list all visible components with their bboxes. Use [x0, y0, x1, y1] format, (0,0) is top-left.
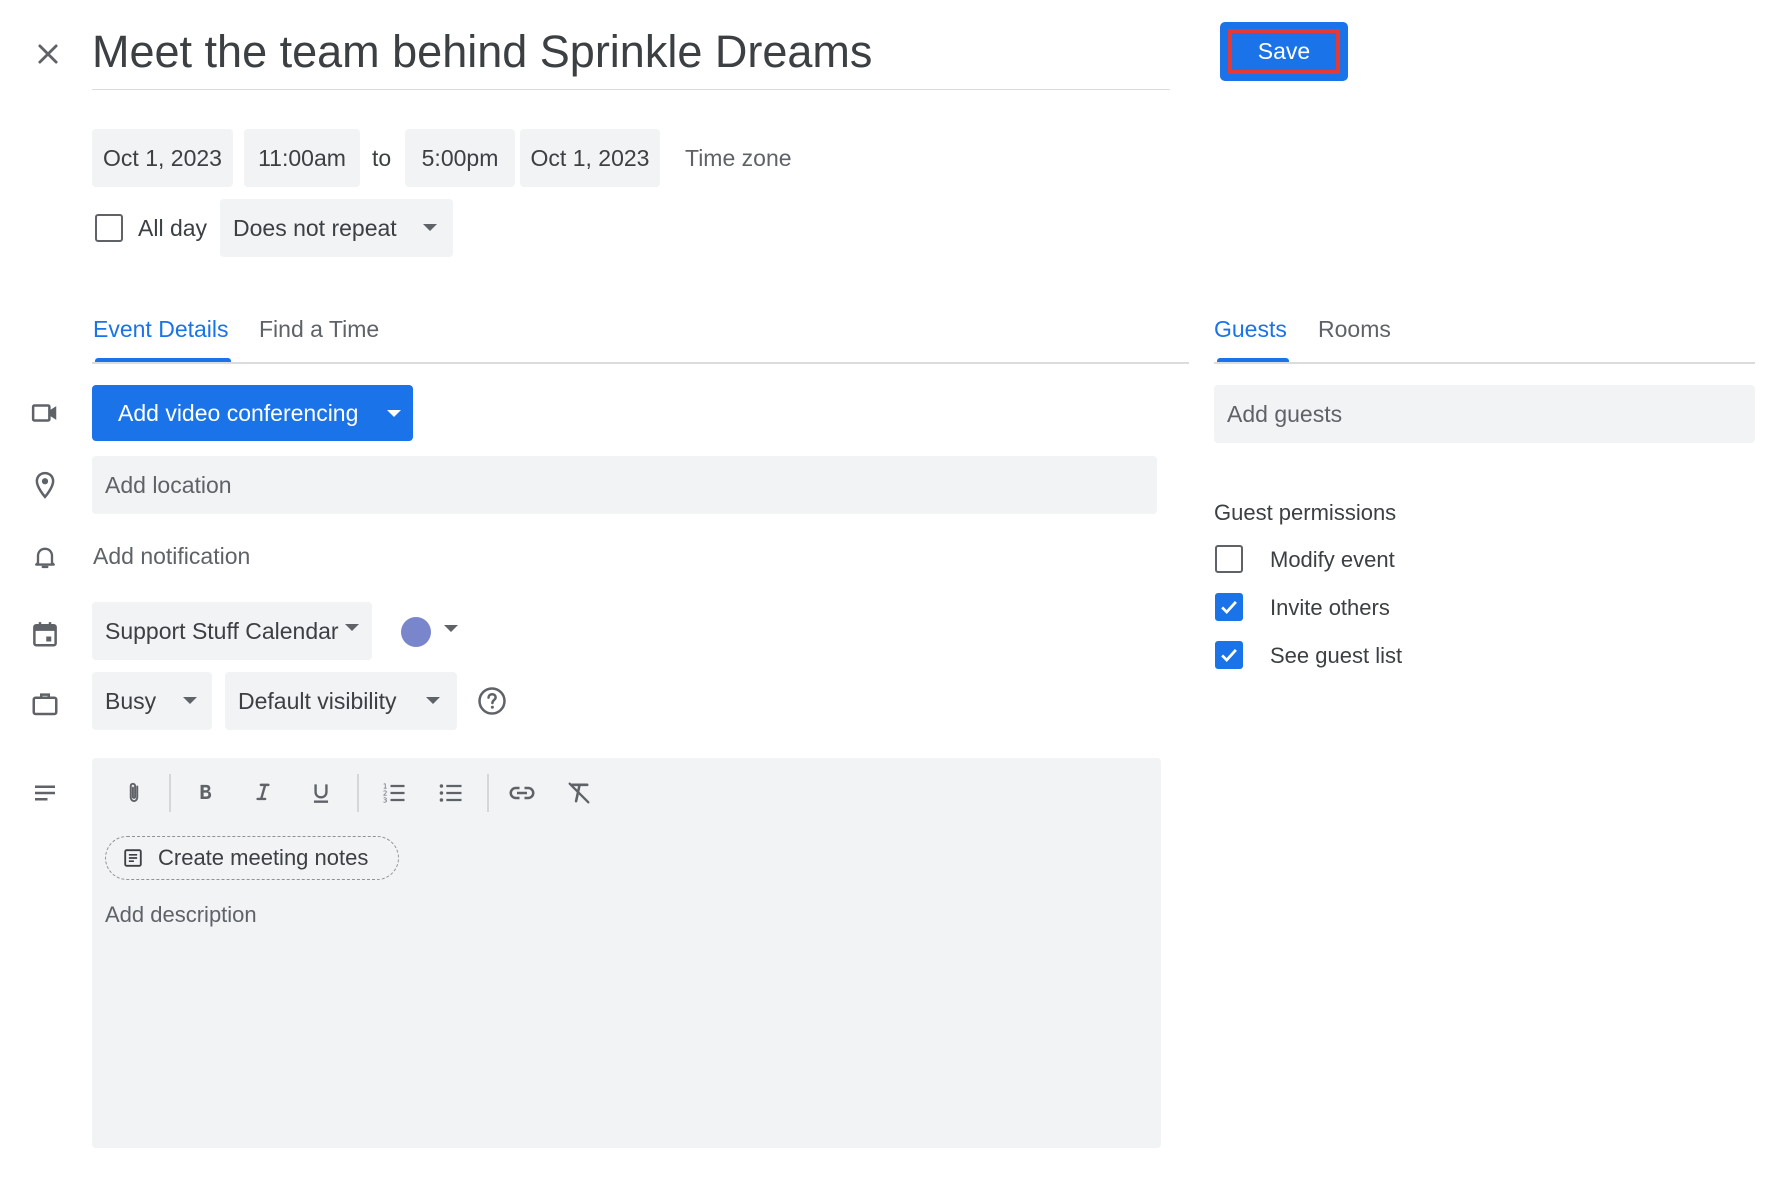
- visibility-dropdown[interactable]: Default visibility: [225, 672, 457, 730]
- event-title-field[interactable]: Meet the team behind Sprinkle Dreams: [92, 22, 1170, 90]
- all-day-checkbox[interactable]: [95, 214, 123, 242]
- guest-permissions-title: Guest permissions: [1214, 500, 1397, 525]
- chevron-down-icon: [423, 224, 437, 231]
- tab-divider: [1214, 362, 1755, 364]
- tab-rooms[interactable]: Rooms: [1318, 316, 1391, 343]
- video-camera-icon: [25, 393, 65, 433]
- modify-event-checkbox[interactable]: [1215, 545, 1243, 573]
- checkmark-icon: [1221, 601, 1237, 615]
- end-time-chip[interactable]: 5:00pm: [405, 129, 515, 187]
- create-meeting-notes-button[interactable]: Create meeting notes: [105, 836, 399, 880]
- availability-dropdown[interactable]: Busy: [92, 672, 212, 730]
- start-time-chip[interactable]: 11:00am: [244, 129, 360, 187]
- checkmark-icon: [1221, 649, 1237, 663]
- end-date-label: Oct 1, 2023: [530, 144, 650, 171]
- calendar-value: Support Stuff Calendar: [105, 617, 339, 644]
- clear-formatting-icon[interactable]: [559, 773, 599, 813]
- description-placeholder: Add description: [105, 902, 257, 927]
- tab-divider: [92, 362, 1189, 364]
- calendar-icon: [25, 614, 65, 654]
- chevron-down-icon: [345, 624, 359, 631]
- toolbar-divider: [487, 774, 489, 812]
- invite-others-checkbox[interactable]: [1215, 593, 1243, 621]
- italic-icon[interactable]: [243, 773, 283, 813]
- help-icon[interactable]: [474, 683, 510, 719]
- end-time-label: 5:00pm: [421, 144, 499, 171]
- close-button[interactable]: [28, 34, 68, 74]
- tab-find-a-time[interactable]: Find a Time: [259, 316, 379, 343]
- toolbar-divider: [169, 774, 171, 812]
- bell-icon: [25, 537, 65, 577]
- location-placeholder: Add location: [105, 471, 232, 498]
- calendar-color-swatch[interactable]: [401, 617, 431, 647]
- numbered-list-icon[interactable]: 1 2 3: [374, 773, 414, 813]
- all-day-label: All day: [138, 214, 208, 241]
- modify-event-label: Modify event: [1270, 547, 1395, 572]
- description-editor[interactable]: 1 2 3 Create meeting notes Add descripti…: [92, 758, 1161, 1148]
- to-label: to: [372, 144, 392, 171]
- time-zone-link[interactable]: Time zone: [685, 129, 792, 187]
- invite-others-label: Invite others: [1270, 595, 1390, 620]
- tab-guests[interactable]: Guests: [1214, 316, 1287, 343]
- see-guest-list-label: See guest list: [1270, 643, 1403, 668]
- chevron-down-icon: [183, 697, 197, 704]
- bulleted-list-icon[interactable]: [431, 773, 471, 813]
- tab-event-details[interactable]: Event Details: [93, 316, 229, 343]
- chevron-down-icon: [426, 697, 440, 704]
- location-input[interactable]: Add location: [92, 456, 1157, 514]
- calendar-dropdown[interactable]: Support Stuff Calendar: [92, 602, 372, 660]
- see-guest-list-checkbox[interactable]: [1215, 641, 1243, 669]
- bold-icon[interactable]: [186, 773, 226, 813]
- add-notification-link[interactable]: Add notification: [93, 543, 250, 570]
- create-meeting-notes-label: Create meeting notes: [158, 845, 369, 870]
- repeat-dropdown[interactable]: Does not repeat: [220, 199, 453, 257]
- svg-text:3: 3: [383, 796, 387, 804]
- color-chevron-down-icon[interactable]: [444, 625, 458, 632]
- repeat-value: Does not repeat: [233, 214, 397, 241]
- availability-value: Busy: [105, 687, 157, 714]
- event-title: Meet the team behind Sprinkle Dreams: [92, 26, 873, 77]
- location-pin-icon: [25, 465, 65, 505]
- close-icon: [38, 44, 58, 64]
- visibility-value: Default visibility: [238, 687, 397, 714]
- toolbar-divider: [357, 774, 359, 812]
- start-date-label: Oct 1, 2023: [103, 144, 222, 171]
- add-guests-placeholder: Add guests: [1227, 400, 1343, 427]
- save-button[interactable]: Save: [1220, 22, 1348, 81]
- chevron-down-icon: [387, 410, 401, 417]
- add-guests-input[interactable]: Add guests: [1214, 385, 1755, 443]
- link-icon[interactable]: [502, 773, 542, 813]
- add-video-conferencing-button[interactable]: Add video conferencing: [92, 385, 413, 441]
- save-button-label: Save: [1257, 38, 1311, 64]
- start-date-chip[interactable]: Oct 1, 2023: [92, 129, 233, 187]
- start-time-label: 11:00am: [258, 144, 346, 171]
- save-button-highlight: Save: [1228, 29, 1340, 74]
- description-icon: [25, 773, 65, 813]
- document-icon: [124, 849, 142, 867]
- briefcase-icon: [25, 684, 65, 724]
- add-video-conferencing-label: Add video conferencing: [118, 399, 359, 426]
- end-date-chip[interactable]: Oct 1, 2023: [520, 129, 660, 187]
- underline-icon[interactable]: [301, 773, 341, 813]
- paperclip-icon[interactable]: [114, 773, 154, 813]
